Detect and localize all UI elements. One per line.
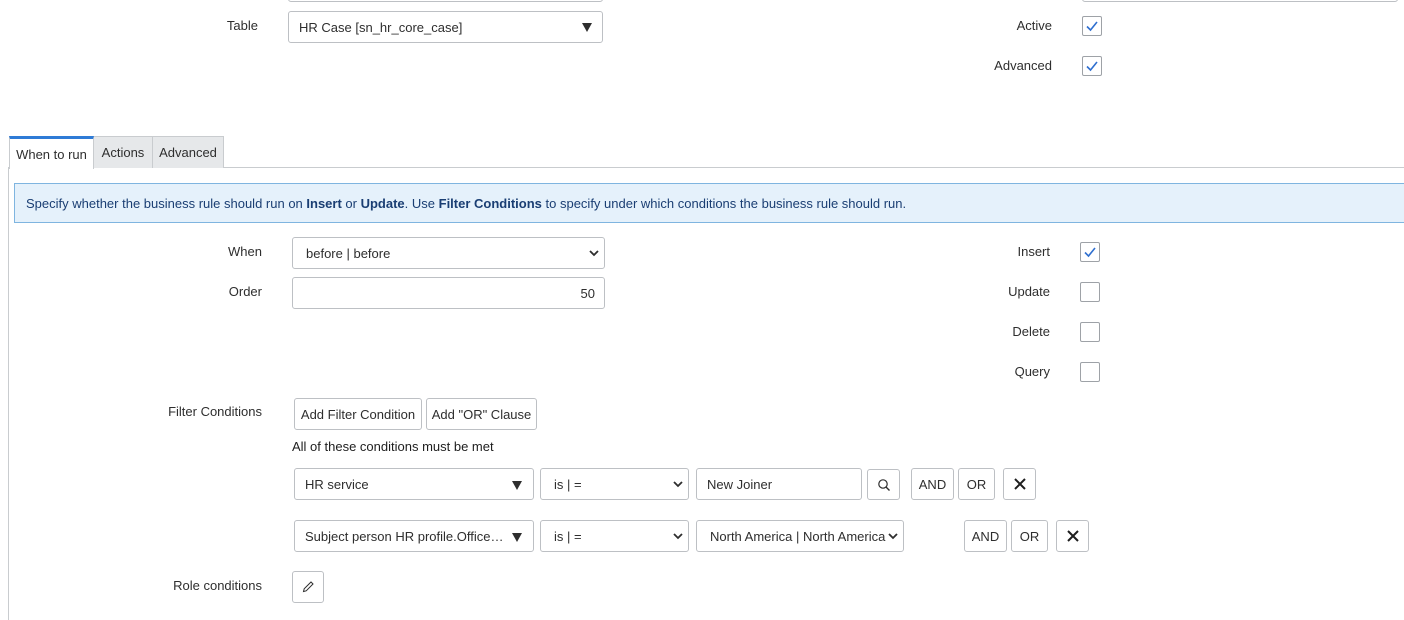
delete-condition-button[interactable] [1003, 468, 1036, 500]
dropdown-arrow-icon [582, 23, 592, 32]
condition-operator-value: is | = [554, 476, 582, 492]
order-value: 50 [580, 285, 595, 301]
query-label: Query [1014, 364, 1050, 379]
info-text-2: . Use [404, 195, 439, 211]
condition-operator-value: is | = [554, 528, 582, 544]
condition-field-select[interactable]: HR service [294, 468, 534, 500]
button-label: Add Filter Condition [300, 406, 416, 422]
add-filter-condition-button[interactable]: Add Filter Condition [294, 398, 422, 430]
button-label: AND [918, 476, 947, 492]
condition-value-input[interactable]: New Joiner [696, 468, 862, 500]
condition-operator-select[interactable]: is | = [540, 520, 689, 552]
condition-value-select[interactable]: North America | North America [696, 520, 904, 552]
tab-actions[interactable]: Actions [94, 136, 153, 168]
dropdown-arrow-icon [512, 533, 522, 542]
chevron-down-icon [673, 481, 683, 488]
active-label: Active [1016, 18, 1052, 33]
order-input[interactable]: 50 [292, 277, 605, 309]
table-select[interactable]: HR Case [sn_hr_core_case] [288, 11, 603, 43]
condition-value: New Joiner [707, 476, 773, 492]
active-checkbox[interactable] [1082, 16, 1102, 36]
panel-left-border [8, 167, 9, 620]
insert-label: Insert [1017, 244, 1050, 259]
info-insert: Insert [306, 195, 342, 211]
condition-value: North America | North America [710, 528, 886, 544]
delete-label: Delete [1012, 324, 1050, 339]
info-text-1: Specify whether the business rule should… [26, 195, 307, 211]
table-label: Table [226, 18, 258, 33]
checkmark-icon [1086, 21, 1098, 32]
and-button[interactable]: AND [964, 520, 1007, 552]
edit-role-conditions-button[interactable] [292, 571, 324, 603]
filter-conditions-label: Filter Conditions [168, 404, 262, 419]
filter-summary: All of these conditions must be met [292, 439, 494, 454]
info-filter-conditions: Filter Conditions [438, 195, 542, 211]
tab-label: Actions [101, 145, 145, 160]
when-select[interactable]: before | before [292, 237, 605, 269]
button-label: AND [971, 528, 1000, 544]
button-label: OR [966, 476, 987, 492]
top-field-edge-right [1082, 0, 1398, 2]
chevron-down-icon [888, 533, 898, 540]
condition-field-select[interactable]: Subject person HR profile.Office loc… [294, 520, 534, 552]
chevron-down-icon [589, 250, 599, 257]
chevron-down-icon [673, 533, 683, 540]
when-select-value: before | before [306, 245, 391, 261]
close-icon [1066, 530, 1079, 542]
lookup-button[interactable] [867, 469, 900, 500]
search-icon [877, 478, 890, 491]
query-checkbox[interactable] [1080, 362, 1100, 382]
tab-when-to-run[interactable]: When to run [9, 136, 94, 169]
pencil-icon [302, 581, 314, 593]
update-checkbox[interactable] [1080, 282, 1100, 302]
tab-advanced[interactable]: Advanced [153, 136, 224, 168]
order-label: Order [228, 284, 262, 299]
top-field-edge-left [288, 0, 603, 2]
button-label: OR [1019, 528, 1040, 544]
condition-field-value: HR service [305, 476, 369, 492]
tab-label: Advanced [159, 145, 217, 160]
info-or: or [341, 195, 361, 211]
or-button[interactable]: OR [1011, 520, 1048, 552]
checkmark-icon [1084, 247, 1096, 258]
insert-checkbox[interactable] [1080, 242, 1100, 262]
close-icon [1013, 478, 1026, 490]
delete-checkbox[interactable] [1080, 322, 1100, 342]
button-label: Add "OR" Clause [431, 406, 532, 422]
and-button[interactable]: AND [911, 468, 954, 500]
update-label: Update [1008, 284, 1050, 299]
tab-label: When to run [16, 146, 87, 162]
when-label: When [228, 244, 262, 259]
advanced-label: Advanced [994, 58, 1052, 73]
delete-condition-button[interactable] [1056, 520, 1089, 552]
advanced-checkbox[interactable] [1082, 56, 1102, 76]
role-conditions-label: Role conditions [173, 578, 262, 593]
table-select-value: HR Case [sn_hr_core_case] [299, 19, 463, 35]
info-update: Update [360, 195, 405, 211]
checkmark-icon [1086, 61, 1098, 72]
info-banner: Specify whether the business rule should… [14, 183, 1404, 223]
info-text-3: to specify under which conditions the bu… [541, 195, 907, 211]
add-or-clause-button[interactable]: Add "OR" Clause [426, 398, 537, 430]
condition-field-value: Subject person HR profile.Office loc… [305, 528, 507, 544]
dropdown-arrow-icon [512, 481, 522, 490]
condition-operator-select[interactable]: is | = [540, 468, 689, 500]
or-button[interactable]: OR [958, 468, 995, 500]
